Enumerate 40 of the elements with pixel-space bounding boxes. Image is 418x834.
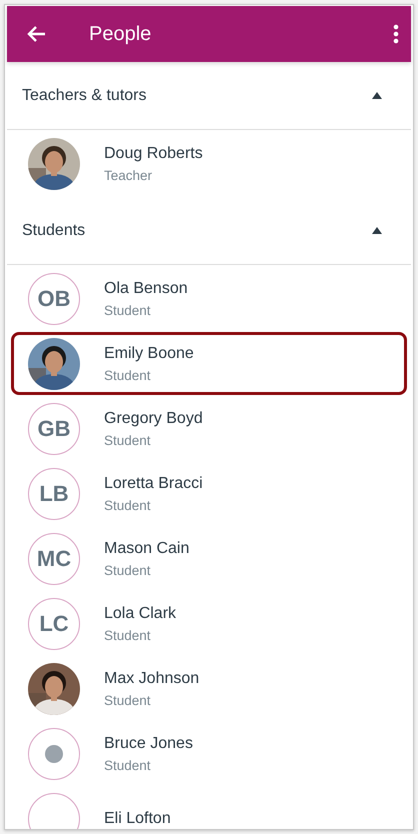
avatar: LC [28, 598, 80, 650]
person-role: Student [104, 628, 152, 642]
person-role: Student [104, 368, 152, 382]
avatar: MC [28, 532, 80, 584]
person-role: Teacher [104, 168, 154, 182]
section-header[interactable]: Students [7, 197, 411, 265]
person-role: Student [104, 562, 152, 578]
page-title: People [89, 22, 152, 46]
person-role: Student [104, 498, 152, 512]
avatar: GB [28, 402, 80, 454]
person-row[interactable]: Bruce Jones Student [11, 722, 407, 785]
person-name: Eli Lofton [104, 810, 171, 828]
person-name: Loretta Bracci [104, 474, 203, 492]
section-header[interactable]: Teachers & tutors [7, 62, 411, 130]
person-row[interactable]: Doug Roberts Teacher [11, 132, 407, 195]
person-role: Student [104, 758, 152, 772]
person-row[interactable]: GB Gregory Boyd Student [11, 397, 407, 460]
avatar: LB [28, 468, 80, 520]
person-name: Mason Cain [104, 540, 190, 558]
person-row[interactable]: LB Loretta Bracci Student [11, 462, 407, 525]
person-role: Student [104, 692, 152, 708]
more-options-icon[interactable] [393, 24, 399, 44]
person-row[interactable]: OB Ola Benson Student [11, 267, 407, 330]
person-name: Doug Roberts [104, 144, 203, 162]
person-name: Gregory Boyd [104, 410, 203, 428]
person-role: Student [104, 302, 152, 318]
avatar [28, 792, 80, 829]
avatar [28, 728, 80, 780]
person-row[interactable]: Emily Boone Student [11, 332, 407, 395]
person-name: Lola Clark [104, 604, 176, 622]
person-name: Ola Benson [104, 280, 188, 298]
person-name: Max Johnson [104, 670, 200, 688]
person-row[interactable]: Max Johnson Student [11, 657, 407, 720]
avatar: OB [28, 272, 80, 324]
person-name: Emily Boone [104, 344, 194, 362]
person-row[interactable]: LC Lola Clark Student [11, 592, 407, 655]
person-name: Bruce Jones [104, 734, 193, 752]
person-row[interactable]: Eli Lofton [11, 787, 407, 829]
person-row[interactable]: MC Mason Cain Student [11, 527, 407, 590]
person-role: Student [104, 432, 152, 448]
